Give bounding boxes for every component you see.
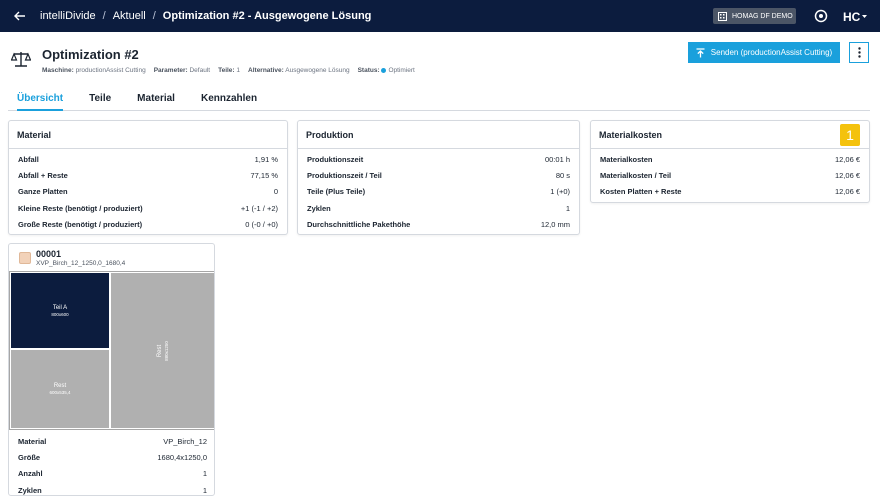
vertical-dots-icon: [857, 47, 861, 58]
rotated-label: Rest 880x1250: [156, 340, 169, 361]
support-icon[interactable]: [814, 9, 828, 23]
arrow-left-icon: [14, 11, 25, 21]
tenant-label: HOMAG DF DEMO: [732, 12, 793, 20]
scale-icon: [11, 52, 31, 67]
rest-piece[interactable]: Rest 880x1250: [110, 272, 214, 429]
send-button[interactable]: Senden (productionAssist Cutting): [688, 42, 840, 63]
card-title: Material: [9, 121, 287, 149]
breadcrumb-aktuell[interactable]: Aktuell: [113, 10, 146, 22]
plate-header: 00001 XVP_Birch_12_1250,0_1680,4: [9, 244, 214, 271]
stat-row: Größe 1680,4x1250,0: [18, 453, 207, 463]
stat-row: Produktionszeit 00:01 h: [307, 154, 570, 164]
tab-bar: Übersicht Teile Material Kennzahlen: [8, 87, 870, 111]
stat-row: Material VP_Birch_12: [18, 436, 207, 446]
card-title: Produktion: [298, 121, 579, 149]
status-dot-icon: [381, 67, 387, 73]
stat-row: Produktionszeit / Teil 80 s: [307, 171, 570, 181]
breadcrumb-separator: /: [102, 10, 106, 22]
more-options-button[interactable]: [849, 42, 869, 63]
page-title: Optimization #2: [42, 47, 139, 62]
svg-text:HC: HC: [843, 10, 861, 23]
stat-row: Zyklen 1: [18, 485, 207, 495]
stat-row: Abfall + Reste 77,15 %: [18, 171, 278, 181]
meta-alternative: Alternative: Ausgewogene Lösung: [248, 67, 350, 74]
stat-row: Ganze Platten 0: [18, 187, 278, 197]
breadcrumb-app[interactable]: intelliDivide: [40, 10, 96, 22]
materialkosten-card: Materialkosten 1 Materialkosten 12,06 € M…: [590, 120, 870, 203]
tab-kennzahlen[interactable]: Kennzahlen: [201, 87, 257, 111]
meta-status: Status: Optimiert: [357, 67, 415, 74]
notification-badge[interactable]: 1: [840, 124, 860, 146]
rest-piece[interactable]: Rest 600x535,4: [10, 349, 110, 429]
send-button-label: Senden (productionAssist Cutting): [710, 48, 833, 57]
breadcrumb-current: Optimization #2 - Ausgewogene Lösung: [162, 10, 372, 22]
stat-row: Abfall 1,91 %: [18, 154, 278, 164]
stat-row: Anzahl 1: [18, 469, 207, 479]
stat-row: Kosten Platten + Reste 12,06 €: [600, 187, 860, 197]
stat-row: Materialkosten 12,06 €: [600, 154, 860, 164]
material-swatch: [19, 252, 31, 264]
stat-row: Zyklen 1: [307, 203, 570, 213]
stat-row: Durchschnittliche Pakethöhe 12,0 mm: [307, 220, 570, 230]
meta-parameter: Parameter: Default: [153, 67, 211, 74]
tab-material[interactable]: Material: [137, 87, 175, 111]
tab-teile[interactable]: Teile: [89, 87, 111, 111]
part-teil-a[interactable]: Teil A 800x600: [10, 272, 110, 349]
hc-logo-menu-icon[interactable]: HC: [843, 9, 869, 23]
breadcrumb-separator: /: [152, 10, 156, 22]
material-card: Material Abfall 1,91 % Abfall + Reste 77,1…: [8, 120, 288, 235]
card-title: Materialkosten: [591, 121, 869, 149]
tenant-switch-button[interactable]: HOMAG DF DEMO: [713, 8, 796, 24]
meta-line: Maschine: productionAssist Cutting Param…: [42, 67, 415, 74]
building-icon: [718, 11, 727, 21]
breadcrumb: intelliDivide / Aktuell / Optimization #…: [40, 10, 371, 22]
stat-row: Materialkosten / Teil 12,06 €: [600, 171, 860, 181]
plate-details: Material VP_Birch_12 Größe 1680,4x1250,0 A…: [9, 430, 214, 495]
upload-icon: [696, 47, 705, 57]
tab-uebersicht[interactable]: Übersicht: [17, 87, 64, 111]
produktion-card: Produktion Produktionszeit 00:01 h Produk…: [297, 120, 580, 235]
stat-row: Teile (Plus Teile) 1 (+0): [307, 187, 570, 197]
top-bar: intelliDivide / Aktuell / Optimization #…: [0, 0, 880, 32]
meta-machine: Maschine: productionAssist Cutting: [42, 67, 146, 74]
plate-material-code: XVP_Birch_12_1250,0_1680,4: [36, 260, 126, 267]
back-button[interactable]: [0, 0, 40, 32]
stat-row: Kleine Reste (benötigt / produziert) +1 (…: [18, 203, 278, 213]
stat-row: Große Reste (benötigt / produziert) 0 (-0…: [18, 220, 278, 230]
plate-card[interactable]: 00001 XVP_Birch_12_1250,0_1680,4 Teil A …: [8, 243, 215, 496]
cutting-layout: Teil A 800x600 Rest 600x535,4 Rest 880x1…: [9, 271, 214, 430]
meta-parts: Teile: 1: [218, 67, 241, 74]
plate-id: 00001: [36, 249, 62, 259]
